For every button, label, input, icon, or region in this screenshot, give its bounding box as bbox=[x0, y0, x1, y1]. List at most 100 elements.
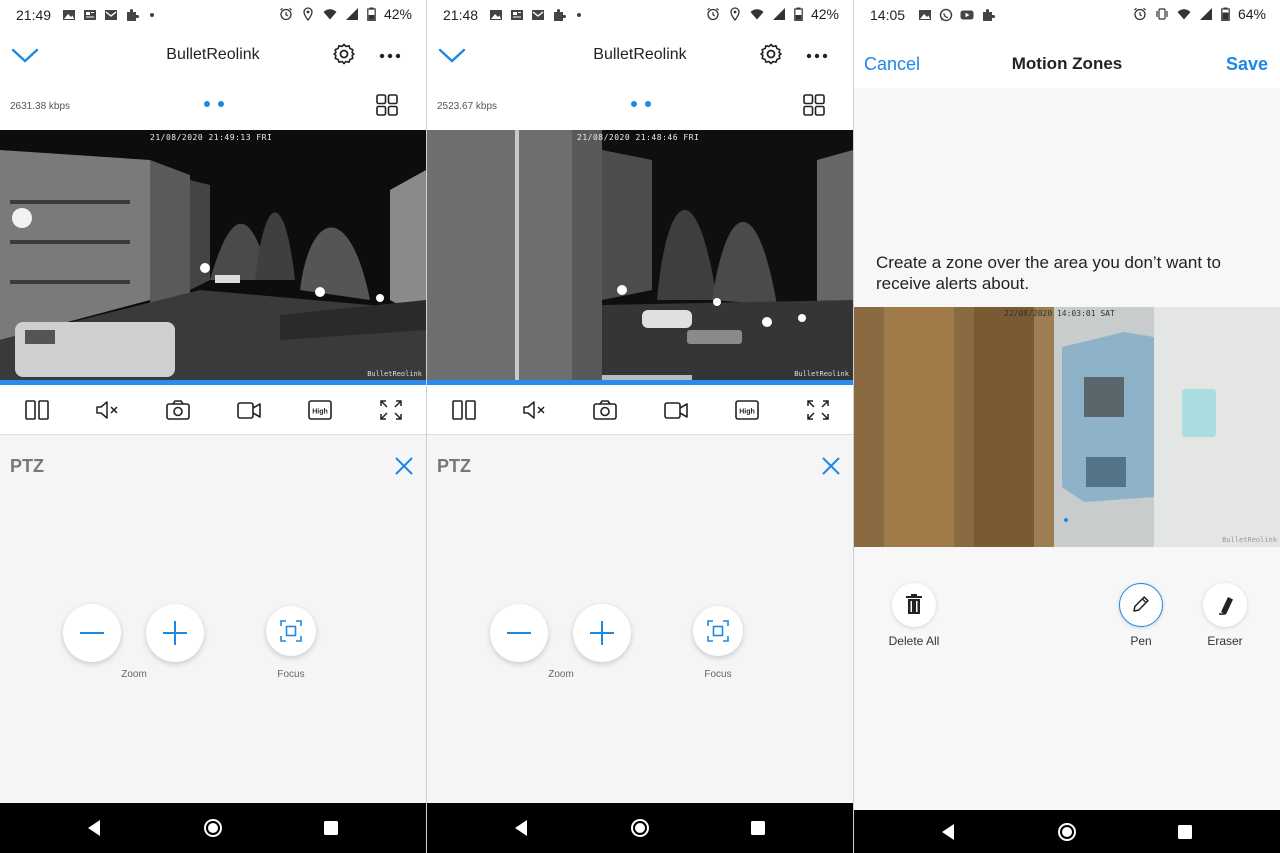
grid-icon[interactable] bbox=[803, 94, 825, 116]
screenshot-collage: 21:49 42% BulletReolink 2631.38 kbps 21/… bbox=[0, 0, 1280, 853]
eraser-tool-button[interactable] bbox=[1203, 583, 1247, 627]
more-notifications-dot bbox=[150, 13, 154, 17]
save-button[interactable]: Save bbox=[1226, 54, 1268, 75]
nav-home-icon[interactable] bbox=[1057, 822, 1077, 842]
wifi-icon bbox=[750, 9, 764, 20]
stream-info-bar: 2631.38 kbps bbox=[0, 80, 426, 130]
focus-button[interactable] bbox=[693, 606, 743, 656]
close-icon[interactable] bbox=[821, 456, 841, 476]
signal-icon bbox=[345, 8, 358, 20]
split-view-icon[interactable] bbox=[451, 399, 477, 421]
stream-info-bar: 2523.67 kbps bbox=[427, 80, 853, 130]
news-notification-icon bbox=[511, 10, 523, 20]
nav-home-icon[interactable] bbox=[630, 818, 650, 838]
image-notification-icon bbox=[490, 10, 502, 20]
signal-icon bbox=[1199, 8, 1212, 20]
location-icon bbox=[303, 7, 313, 21]
pen-caption: Pen bbox=[1130, 634, 1152, 648]
night-scene-image bbox=[427, 130, 853, 382]
image-notification-icon bbox=[919, 10, 931, 20]
status-bar: 21:48 42% bbox=[427, 0, 853, 32]
more-notifications-dot bbox=[577, 13, 581, 17]
wifi-icon bbox=[1177, 9, 1191, 20]
app-header: BulletReolink bbox=[427, 32, 853, 80]
battery-icon bbox=[367, 7, 376, 21]
location-icon bbox=[730, 7, 740, 21]
svg-text:High: High bbox=[739, 409, 755, 416]
gear-icon[interactable] bbox=[759, 42, 783, 66]
zoom-in-button[interactable] bbox=[573, 604, 631, 662]
close-icon[interactable] bbox=[394, 456, 414, 476]
playback-toolbar: High bbox=[0, 385, 426, 435]
mail-notification-icon bbox=[105, 10, 117, 20]
pen-tool-button[interactable] bbox=[1119, 583, 1163, 627]
fullscreen-icon[interactable] bbox=[378, 399, 404, 421]
delete-all-caption: Delete All bbox=[888, 634, 940, 648]
image-notification-icon bbox=[63, 10, 75, 20]
video-camera-name: BulletReolink bbox=[794, 370, 849, 378]
zoom-out-button[interactable] bbox=[490, 604, 548, 662]
plus-icon bbox=[590, 621, 614, 645]
indoor-scene-image bbox=[854, 307, 1280, 547]
battery-percent: 42% bbox=[810, 6, 839, 22]
minus-icon bbox=[507, 632, 531, 634]
zoom-caption: Zoom bbox=[121, 669, 147, 680]
puzzle-notification-icon bbox=[554, 9, 566, 21]
video-timestamp: 21/08/2020 21:49:13 FRI bbox=[150, 133, 273, 142]
live-view-screen-1: 21:49 42% BulletReolink 2631.38 kbps 21/… bbox=[0, 0, 426, 853]
puzzle-notification-icon bbox=[983, 9, 995, 21]
bitrate-readout: 2523.67 kbps bbox=[437, 101, 498, 112]
wifi-icon bbox=[323, 9, 337, 20]
live-video-feed[interactable]: 21/08/2020 21:48:46 FRI BulletReolink bbox=[427, 130, 853, 382]
bitrate-readout: 2631.38 kbps bbox=[10, 101, 71, 112]
video-camera-name: BulletReolink bbox=[367, 370, 422, 378]
battery-percent: 64% bbox=[1237, 6, 1266, 22]
mail-notification-icon bbox=[532, 10, 544, 20]
live-video-feed[interactable]: 21/08/2020 21:49:13 FRI BulletReolink bbox=[0, 130, 426, 382]
nav-back-icon[interactable] bbox=[513, 819, 529, 837]
nav-recents-icon[interactable] bbox=[750, 820, 766, 836]
motion-zone-canvas[interactable]: 22/08/2020 14:03:01 SAT BulletReolink bbox=[854, 307, 1280, 547]
split-view-icon[interactable] bbox=[24, 399, 50, 421]
delete-all-button[interactable] bbox=[892, 583, 936, 627]
nav-back-icon[interactable] bbox=[940, 823, 956, 841]
alarm-icon bbox=[280, 7, 292, 21]
status-time: 14:05 bbox=[870, 7, 906, 23]
battery-percent: 42% bbox=[383, 6, 412, 22]
nav-recents-icon[interactable] bbox=[323, 820, 339, 836]
nav-back-icon[interactable] bbox=[86, 819, 102, 837]
gear-icon[interactable] bbox=[332, 42, 356, 66]
camera-icon[interactable] bbox=[592, 399, 618, 421]
video-record-icon[interactable] bbox=[663, 399, 689, 421]
video-record-icon[interactable] bbox=[236, 399, 262, 421]
fullscreen-icon[interactable] bbox=[805, 399, 831, 421]
more-dots-icon[interactable] bbox=[378, 44, 402, 68]
nav-recents-icon[interactable] bbox=[1177, 824, 1193, 840]
minus-icon bbox=[80, 632, 104, 634]
nav-home-icon[interactable] bbox=[203, 818, 223, 838]
system-nav-bar bbox=[854, 810, 1280, 853]
zoom-caption: Zoom bbox=[548, 669, 574, 680]
more-dots-icon[interactable] bbox=[805, 44, 829, 68]
page-indicator[interactable] bbox=[631, 101, 651, 107]
video-timestamp: 21/08/2020 21:48:46 FRI bbox=[577, 133, 700, 142]
page-indicator[interactable] bbox=[204, 101, 224, 107]
zoom-out-button[interactable] bbox=[63, 604, 121, 662]
camera-title: BulletReolink bbox=[593, 46, 687, 63]
focus-button[interactable] bbox=[266, 606, 316, 656]
whatsapp-icon bbox=[939, 8, 953, 22]
hd-quality-icon[interactable]: High bbox=[734, 399, 760, 421]
motion-zones-screen: 14:05 64% Cancel Motion Zones Save Creat… bbox=[854, 0, 1280, 853]
speaker-muted-icon[interactable] bbox=[94, 399, 120, 421]
camera-icon[interactable] bbox=[165, 399, 191, 421]
focus-caption: Focus bbox=[704, 669, 732, 680]
news-notification-icon bbox=[84, 10, 96, 20]
playback-toolbar: High bbox=[427, 385, 853, 435]
signal-icon bbox=[772, 8, 785, 20]
speaker-muted-icon[interactable] bbox=[521, 399, 547, 421]
zoom-in-button[interactable] bbox=[146, 604, 204, 662]
video-camera-name: BulletReolink bbox=[1222, 536, 1277, 544]
night-scene-image bbox=[0, 130, 426, 382]
hd-quality-icon[interactable]: High bbox=[307, 399, 333, 421]
grid-icon[interactable] bbox=[376, 94, 398, 116]
